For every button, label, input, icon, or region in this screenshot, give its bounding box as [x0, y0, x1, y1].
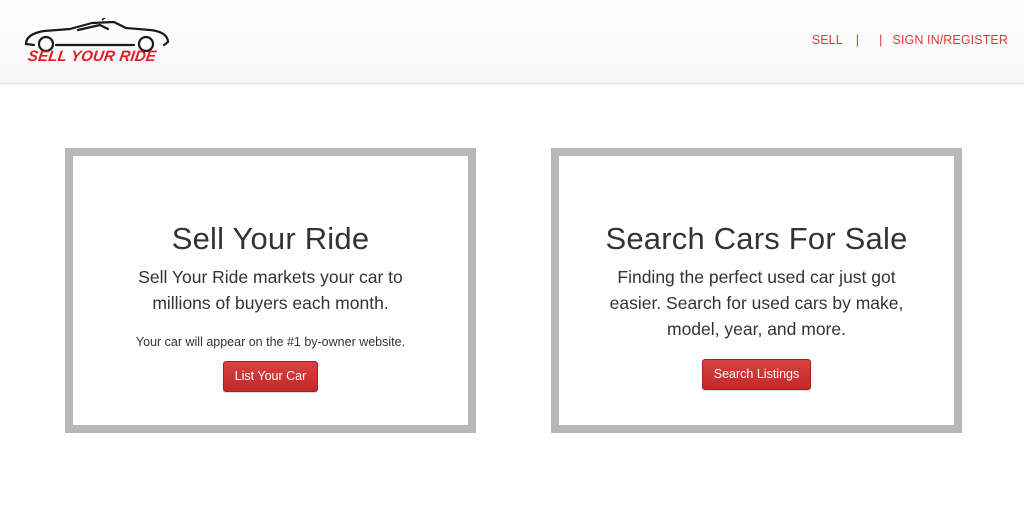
- sell-card-description: Sell Your Ride markets your car to milli…: [138, 267, 403, 313]
- search-card: Search Cars For Sale Finding the perfect…: [551, 148, 962, 433]
- site-logo[interactable]: SELL YOUR RIDE: [22, 18, 172, 68]
- nav-separator: |: [879, 33, 883, 47]
- sell-link[interactable]: SELL: [812, 33, 843, 47]
- search-card-description: Finding the perfect used car just got ea…: [609, 267, 904, 339]
- sell-card-title: Sell Your Ride: [171, 221, 370, 256]
- list-your-car-button[interactable]: List Your Car: [222, 361, 319, 392]
- search-card-title: Search Cars For Sale: [605, 221, 908, 256]
- site-header: SELL YOUR RIDE SELL | | SIGN IN/REGISTER: [0, 0, 1024, 84]
- nav-separator: |: [855, 33, 860, 47]
- sell-card: Sell Your Ride Sell Your Ride markets yo…: [65, 148, 476, 433]
- logo-text: SELL YOUR RIDE: [26, 48, 158, 65]
- top-nav: SELL | | SIGN IN/REGISTER: [812, 32, 1008, 48]
- sports-car-icon: [24, 18, 170, 52]
- sell-card-note: Your car will appear on the #1 by-owner …: [135, 335, 406, 349]
- search-listings-button[interactable]: Search Listings: [701, 359, 812, 390]
- sign-in-register-link[interactable]: SIGN IN/REGISTER: [892, 33, 1008, 47]
